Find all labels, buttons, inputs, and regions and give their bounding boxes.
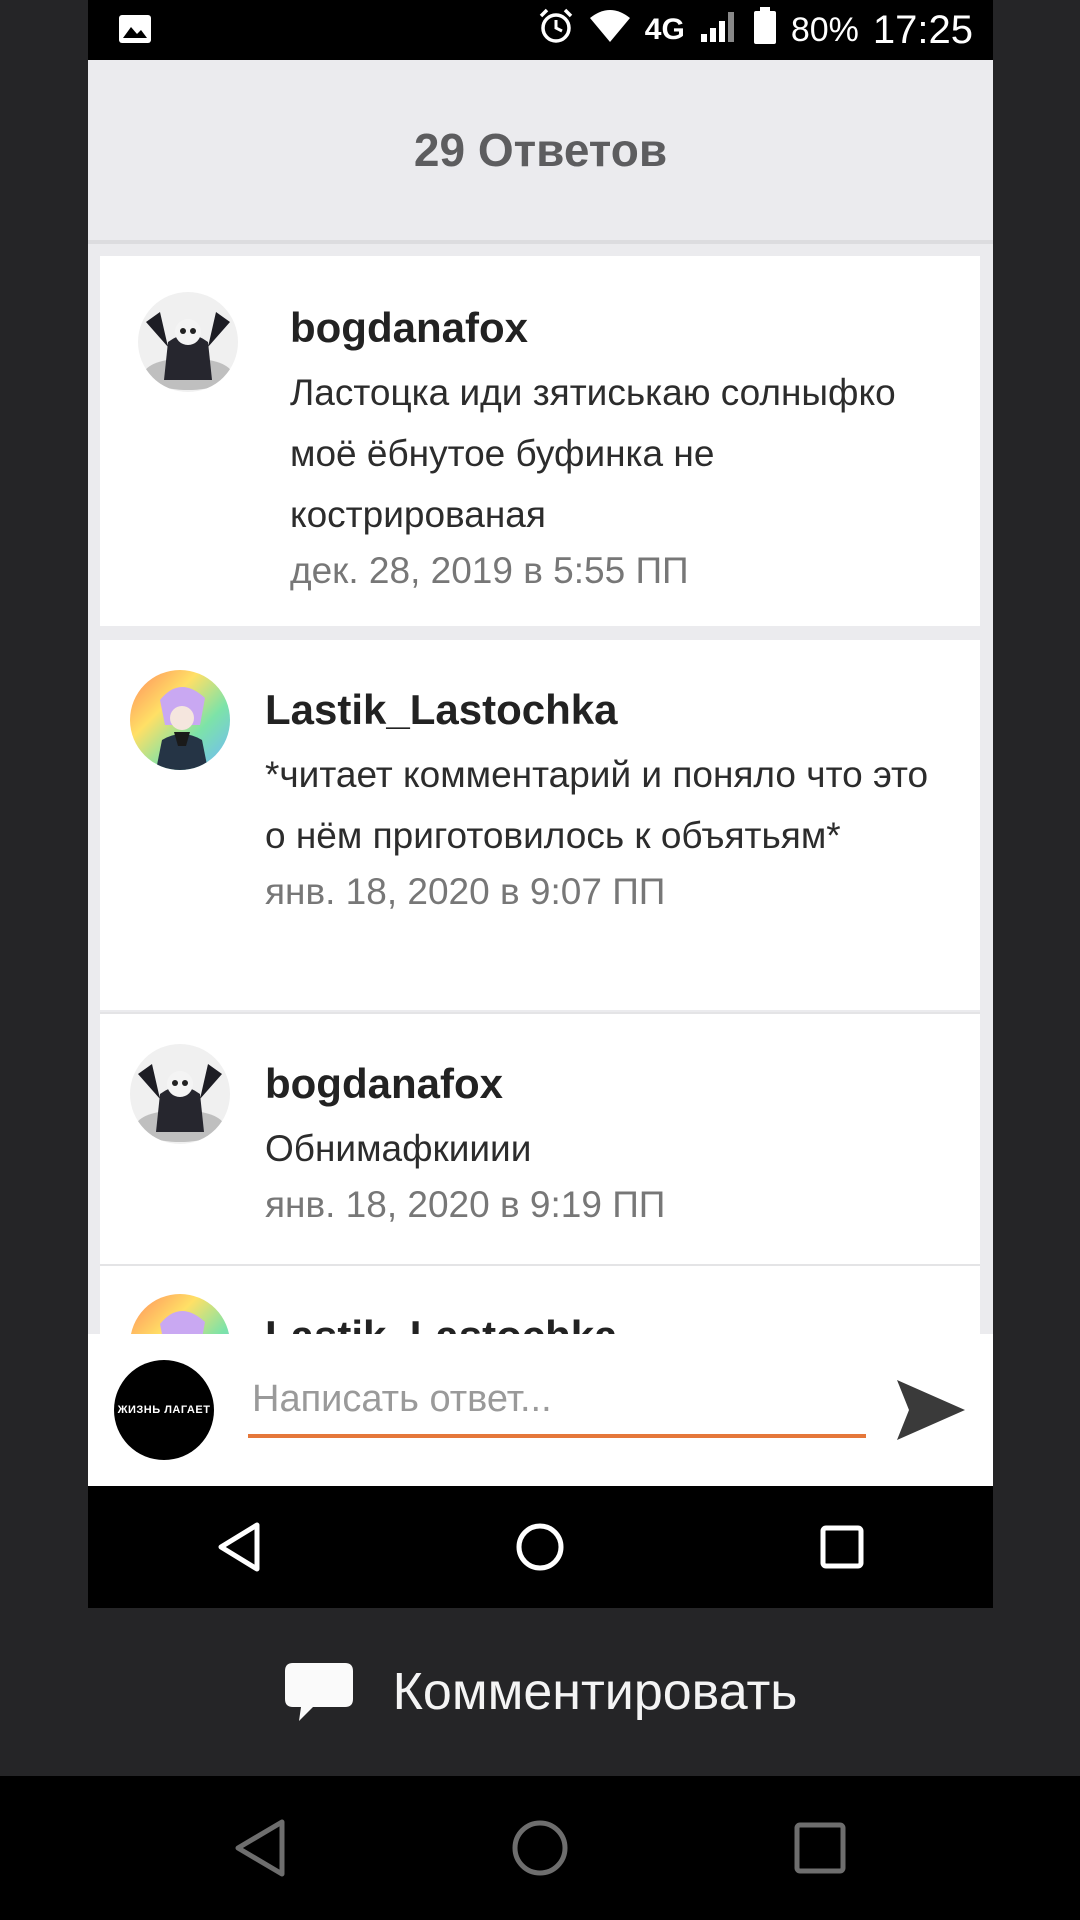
comment-date: янв. 18, 2020 в 9:19 ПП bbox=[265, 1184, 666, 1225]
home-button[interactable] bbox=[495, 1502, 585, 1592]
comment-item[interactable]: bogdanafox Ластоцка иди зятиськаю солныф… bbox=[100, 256, 980, 626]
phone-screen: 4G 80% 17:25 29 Ответов bogdanafox Ласто… bbox=[88, 0, 993, 1608]
recents-button[interactable] bbox=[797, 1502, 887, 1592]
send-button[interactable] bbox=[895, 1374, 967, 1446]
device-navbar bbox=[0, 1776, 1080, 1920]
avatar[interactable] bbox=[130, 1294, 230, 1334]
signal-icon bbox=[699, 8, 739, 53]
home-icon bbox=[512, 1820, 568, 1876]
comment-username[interactable]: bogdanafox bbox=[290, 298, 950, 358]
comment-item[interactable]: bogdanafox Обнимафкииии янв. 18, 2020 в … bbox=[100, 1014, 980, 1264]
recents-icon bbox=[820, 1525, 864, 1569]
wifi-icon bbox=[589, 8, 631, 53]
reply-input[interactable] bbox=[248, 1364, 866, 1438]
comment-text: Ластоцка иди зятиськаю солныфко моё ёбну… bbox=[290, 372, 896, 535]
battery-level: 80% bbox=[790, 10, 859, 49]
alarm-icon bbox=[537, 7, 575, 54]
back-icon bbox=[218, 1522, 260, 1572]
comment-username[interactable]: bogdanafox bbox=[265, 1054, 950, 1114]
speech-bubble-icon bbox=[284, 1663, 353, 1721]
page-title: 29 Ответов bbox=[413, 124, 668, 176]
comment-date: дек. 28, 2019 в 5:55 ПП bbox=[290, 550, 689, 591]
home-button[interactable] bbox=[495, 1803, 585, 1893]
back-button[interactable] bbox=[215, 1803, 305, 1893]
replies-header: 29 Ответов bbox=[88, 60, 993, 244]
avatar[interactable] bbox=[138, 292, 238, 392]
home-icon bbox=[516, 1523, 564, 1571]
battery-icon bbox=[753, 6, 777, 54]
reply-bar: ЖИЗНЬ ЛАГАЕТ bbox=[88, 1334, 993, 1486]
back-button[interactable] bbox=[194, 1502, 284, 1592]
comment-text: Обнимафкииии bbox=[265, 1128, 532, 1169]
send-icon bbox=[897, 1380, 965, 1440]
back-icon bbox=[235, 1819, 285, 1877]
comment-item[interactable]: Lastik_Lastochka bbox=[100, 1266, 980, 1334]
comment-date: янв. 18, 2020 в 9:07 ПП bbox=[265, 871, 666, 912]
comment-text: *читает комментарий и поняло что это о н… bbox=[265, 754, 929, 856]
comment-action-bar[interactable]: Комментировать bbox=[0, 1608, 1080, 1776]
clock: 17:25 bbox=[872, 7, 973, 52]
system-navbar bbox=[88, 1486, 993, 1608]
avatar[interactable] bbox=[130, 1044, 230, 1144]
comment-username[interactable]: Lastik_Lastochka bbox=[265, 1306, 950, 1334]
recents-icon bbox=[794, 1822, 846, 1874]
network-type: 4G bbox=[644, 13, 685, 46]
avatar[interactable] bbox=[130, 670, 230, 770]
comment-username[interactable]: Lastik_Lastochka bbox=[265, 680, 950, 740]
status-bar: 4G 80% 17:25 bbox=[88, 0, 993, 60]
avatar[interactable]: ЖИЗНЬ ЛАГАЕТ bbox=[114, 1360, 214, 1460]
comment-button-label[interactable]: Комментировать bbox=[393, 1662, 798, 1722]
image-icon bbox=[118, 14, 152, 49]
comment-thread[interactable]: bogdanafox Ластоцка иди зятиськаю солныф… bbox=[88, 244, 993, 1334]
recents-button[interactable] bbox=[775, 1803, 865, 1893]
comment-item[interactable]: Lastik_Lastochka *читает комментарий и п… bbox=[100, 640, 980, 1010]
